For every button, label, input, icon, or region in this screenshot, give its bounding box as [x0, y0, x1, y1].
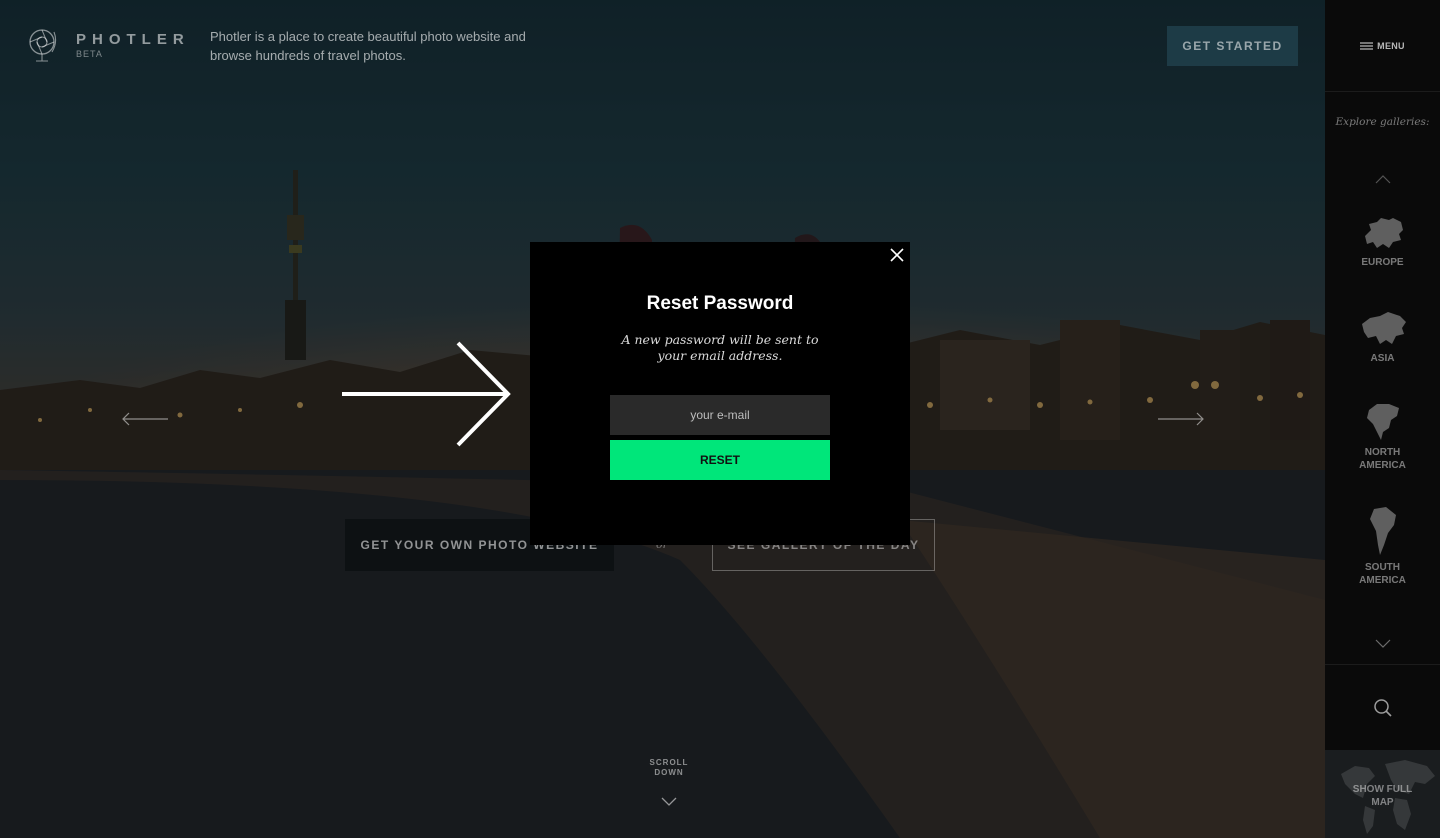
full-map-label-line1: SHOW FULL: [1352, 784, 1413, 795]
chevron-down-icon[interactable]: [1375, 639, 1391, 649]
email-field[interactable]: [610, 395, 830, 435]
globe-aperture-icon: [29, 29, 57, 62]
continent-label-line1: SOUTH: [1365, 562, 1400, 573]
reset-password-modal: Reset Password A new password will be se…: [530, 242, 910, 545]
next-slide-arrow-icon[interactable]: [1157, 412, 1205, 426]
continent-label-line2: AMERICA: [1359, 575, 1406, 586]
scroll-down-label[interactable]: SCROLL DOWN: [639, 758, 699, 778]
brand-beta-badge: BETA: [76, 49, 103, 59]
continent-north-america[interactable]: NORTH AMERICA: [1325, 402, 1440, 472]
europe-map-icon: [1364, 218, 1403, 248]
menu-button[interactable]: MENU: [1325, 0, 1440, 92]
brand-logo[interactable]: PHOTLER BETA: [28, 26, 190, 64]
continent-asia[interactable]: ASIA: [1325, 310, 1440, 365]
full-map-label-line2: MAP: [1371, 797, 1394, 808]
reset-button[interactable]: RESET: [610, 440, 830, 480]
scroll-label-line1: SCROLL: [649, 758, 689, 767]
get-started-button[interactable]: GET STARTED: [1167, 26, 1298, 66]
menu-label: MENU: [1377, 40, 1405, 51]
south-america-map-icon: [1369, 507, 1396, 555]
brand-tagline: Photler is a place to create beautiful p…: [210, 29, 526, 63]
continent-label-line1: NORTH: [1364, 447, 1401, 458]
continent-label: ASIA: [1370, 353, 1395, 364]
north-america-map-icon: [1366, 404, 1399, 440]
close-icon[interactable]: [889, 247, 905, 263]
continent-south-america[interactable]: SOUTH AMERICA: [1325, 505, 1440, 587]
continent-label: EUROPE: [1361, 257, 1404, 268]
search-button[interactable]: [1325, 664, 1440, 750]
show-full-map-button[interactable]: SHOW FULL MAP: [1325, 750, 1440, 838]
continent-europe[interactable]: EUROPE: [1325, 216, 1440, 269]
arrow-right-icon: [342, 341, 511, 447]
previous-slide-arrow-icon[interactable]: [121, 412, 169, 426]
modal-description: A new password will be sent to your emai…: [621, 332, 819, 363]
right-sidebar: MENU Explore galleries: EUROPE ASIA NORT…: [1325, 0, 1440, 838]
chevron-down-icon[interactable]: [661, 797, 677, 807]
continent-label-line2: AMERICA: [1359, 460, 1406, 471]
chevron-up-icon[interactable]: [1375, 174, 1391, 184]
asia-map-icon: [1361, 312, 1406, 344]
explore-galleries-label: Explore galleries:: [1335, 116, 1430, 128]
search-icon: [1373, 698, 1392, 717]
scroll-label-line2: DOWN: [654, 768, 684, 777]
brand-name: PHOTLER: [76, 31, 190, 48]
hamburger-icon: [1360, 41, 1374, 50]
modal-title: Reset Password: [646, 293, 794, 314]
